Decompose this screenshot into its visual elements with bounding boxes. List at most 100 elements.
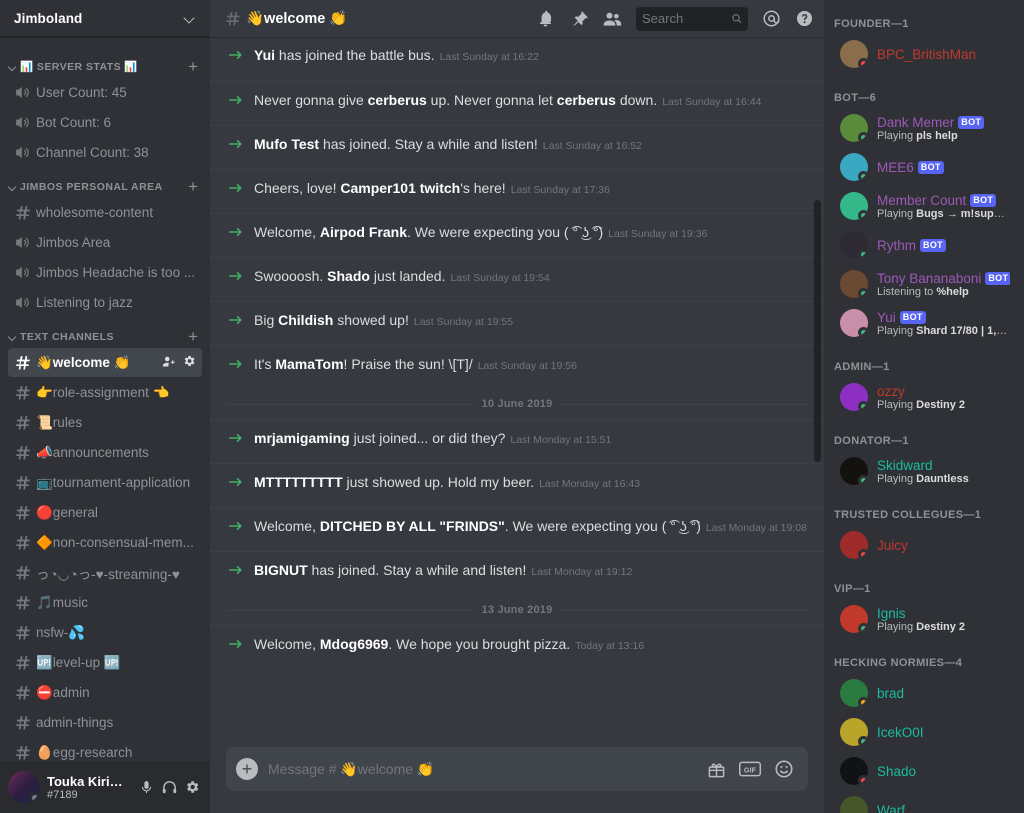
avatar[interactable] — [840, 270, 868, 298]
message-text: BIGNUT has joined. Stay a while and list… — [254, 562, 633, 578]
message-timestamp: Last Sunday at 17:36 — [510, 184, 610, 196]
gear-icon[interactable] — [182, 777, 202, 797]
channel-category[interactable]: TEXT CHANNELS + — [0, 318, 210, 347]
message-row[interactable]: Welcome, Mdog6969. We hope you brought p… — [210, 625, 824, 669]
add-channel-icon[interactable]: + — [188, 58, 202, 75]
member-list-item[interactable]: Rythm BOT — [830, 226, 1018, 264]
member-list-item[interactable]: IcekO0I — [830, 713, 1018, 751]
member-list-item[interactable]: Shado — [830, 752, 1018, 790]
sidebar-channel-user-count-45[interactable]: User Count: 45 — [8, 78, 202, 107]
avatar[interactable] — [840, 679, 868, 707]
emoji-icon[interactable] — [774, 759, 794, 779]
help-icon[interactable] — [795, 9, 814, 28]
member-list-item[interactable]: Tony Bananaboni BOT Listening to %help — [830, 265, 1018, 303]
sidebar-channel-admin-things[interactable]: admin-things — [8, 708, 202, 737]
sidebar-channel-nsfw-[interactable]: nsfw-💦 — [8, 618, 202, 647]
member-list-item[interactable]: YuiBOTPlaying Shard 17/80 | 1,822 guilds — [830, 304, 1018, 342]
add-channel-icon[interactable]: + — [188, 328, 202, 345]
members-icon[interactable] — [602, 9, 622, 29]
member-list[interactable]: FOUNDER—1 BPC_BritishMan BOT—6 Dank Memer BO… — [824, 0, 1024, 813]
member-name: Shado — [877, 764, 1010, 779]
avatar[interactable] — [840, 531, 868, 559]
avatar[interactable] — [840, 231, 868, 259]
avatar[interactable] — [840, 457, 868, 485]
sidebar-channel--admin[interactable]: ⛔admin — [8, 678, 202, 707]
avatar[interactable] — [840, 796, 868, 813]
server-header[interactable]: Jimboland — [0, 0, 210, 37]
gift-icon[interactable] — [707, 760, 726, 779]
sidebar-channel--welcome-[interactable]: 👋welcome 👏 — [8, 348, 202, 377]
message-row[interactable]: Swoooosh. Shado just landed. Last Sunday … — [210, 257, 824, 301]
message-row[interactable]: Welcome, DITCHED BY ALL "FRINDS". We wer… — [210, 507, 824, 551]
status-indicator — [858, 210, 868, 220]
hash-icon — [14, 204, 31, 221]
member-list-item[interactable]: Warf — [830, 791, 1018, 813]
message-row[interactable]: Never gonna give cerberus up. Never gonn… — [210, 81, 824, 125]
message-composer[interactable]: + Message # 👋welcome 👏 GIF — [226, 747, 808, 791]
sidebar-channel-channel-count-38[interactable]: Channel Count: 38 — [8, 138, 202, 167]
search-box[interactable] — [636, 6, 748, 31]
sidebar-channel--role-assignment-[interactable]: 👉role-assignment 👈 — [8, 378, 202, 407]
headphones-icon[interactable] — [159, 777, 179, 797]
avatar[interactable] — [840, 40, 868, 68]
avatar[interactable] — [840, 153, 868, 181]
gear-icon[interactable] — [182, 354, 196, 371]
avatar[interactable] — [840, 309, 868, 337]
avatar[interactable] — [840, 757, 868, 785]
avatar[interactable] — [840, 192, 868, 220]
microphone-icon[interactable] — [136, 777, 156, 797]
message-row[interactable]: Big Childish showed up! Last Sunday at 19… — [210, 301, 824, 345]
message-row[interactable]: MTTTTTTTTT just showed up. Hold my beer.… — [210, 463, 824, 507]
message-scrollbar[interactable] — [814, 200, 821, 462]
gif-icon[interactable]: GIF — [739, 761, 761, 777]
hash-icon — [14, 384, 31, 401]
sidebar-channel-listening-to-jazz[interactable]: Listening to jazz — [8, 288, 202, 317]
join-arrow-icon — [228, 48, 244, 65]
message-input[interactable]: Message # 👋welcome 👏 — [268, 761, 697, 778]
mentions-icon[interactable] — [762, 9, 781, 28]
sidebar-channel-bot-count-6[interactable]: Bot Count: 6 — [8, 108, 202, 137]
search-input[interactable] — [642, 11, 731, 26]
member-list-item[interactable]: ozzy Playing Destiny 2 — [830, 378, 1018, 416]
avatar[interactable] — [840, 605, 868, 633]
sidebar-channel--tournament-application[interactable]: 📺tournament-application — [8, 468, 202, 497]
message-row[interactable]: Welcome, Airpod Frank. We were expecting… — [210, 213, 824, 257]
channel-list[interactable]: 📊 SERVER STATS 📊 + User Count: 45 Bot Count… — [0, 37, 210, 813]
sidebar-channel-jimbos-headache-is-too-[interactable]: Jimbos Headache is too ... — [8, 258, 202, 287]
member-list-item[interactable]: Juicy — [830, 526, 1018, 564]
message-row[interactable]: BIGNUT has joined. Stay a while and list… — [210, 551, 824, 595]
avatar[interactable] — [840, 383, 868, 411]
pin-icon[interactable] — [569, 9, 588, 28]
sidebar-channel--music[interactable]: 🎵music — [8, 588, 202, 617]
avatar[interactable] — [840, 114, 868, 142]
message-row[interactable]: mrjamigaming just joined... or did they?… — [210, 419, 824, 463]
member-list-item[interactable]: brad — [830, 674, 1018, 712]
member-list-item[interactable]: Ignis Playing Destiny 2 — [830, 600, 1018, 638]
sidebar-channel-wholesome-content[interactable]: wholesome-content — [8, 198, 202, 227]
add-channel-icon[interactable]: + — [188, 178, 202, 195]
message-row[interactable]: It's MamaTom! Praise the sun! \[T]/Last … — [210, 345, 824, 389]
message-list[interactable]: Yui has joined the battle bus. Last Sunda… — [210, 37, 824, 747]
sidebar-channel--non-consensual-mem-[interactable]: 🔶non-consensual-mem... — [8, 528, 202, 557]
sidebar-channel--announcements[interactable]: 📣announcements — [8, 438, 202, 467]
channel-category[interactable]: 📊 SERVER STATS 📊 + — [0, 47, 210, 77]
channel-category[interactable]: JIMBOS PERSONAL AREA + — [0, 168, 210, 197]
message-row[interactable]: Mufo Test has joined. Stay a while and l… — [210, 125, 824, 169]
sidebar-channel--rules[interactable]: 📜rules — [8, 408, 202, 437]
add-member-icon[interactable] — [161, 354, 176, 372]
message-row[interactable]: Cheers, love! Camper101 twitch's here! La… — [210, 169, 824, 213]
sidebar-channel--general[interactable]: 🔴general — [8, 498, 202, 527]
message-row[interactable]: Yui has joined the battle bus. Last Sunda… — [210, 37, 824, 81]
avatar[interactable] — [8, 771, 40, 803]
sidebar-channel-jimbos-area[interactable]: Jimbos Area — [8, 228, 202, 257]
add-attachment-icon[interactable]: + — [236, 758, 258, 780]
member-list-item[interactable]: MEE6 BOT — [830, 148, 1018, 186]
member-list-item[interactable]: Dank Memer BOT Playing pls help — [830, 109, 1018, 147]
sidebar-channel--level-up-[interactable]: 🆙level-up 🆙 — [8, 648, 202, 677]
member-list-item[interactable]: BPC_BritishMan — [830, 35, 1018, 73]
member-list-item[interactable]: Member Count BOT Playing Bugs → m!support … — [830, 187, 1018, 225]
avatar[interactable] — [840, 718, 868, 746]
member-list-item[interactable]: Skidward Playing Dauntless — [830, 452, 1018, 490]
sidebar-channel--streaming-[interactable]: っ◔◡◔っ-♥-streaming-♥ — [8, 558, 202, 587]
bell-icon[interactable] — [536, 9, 555, 28]
